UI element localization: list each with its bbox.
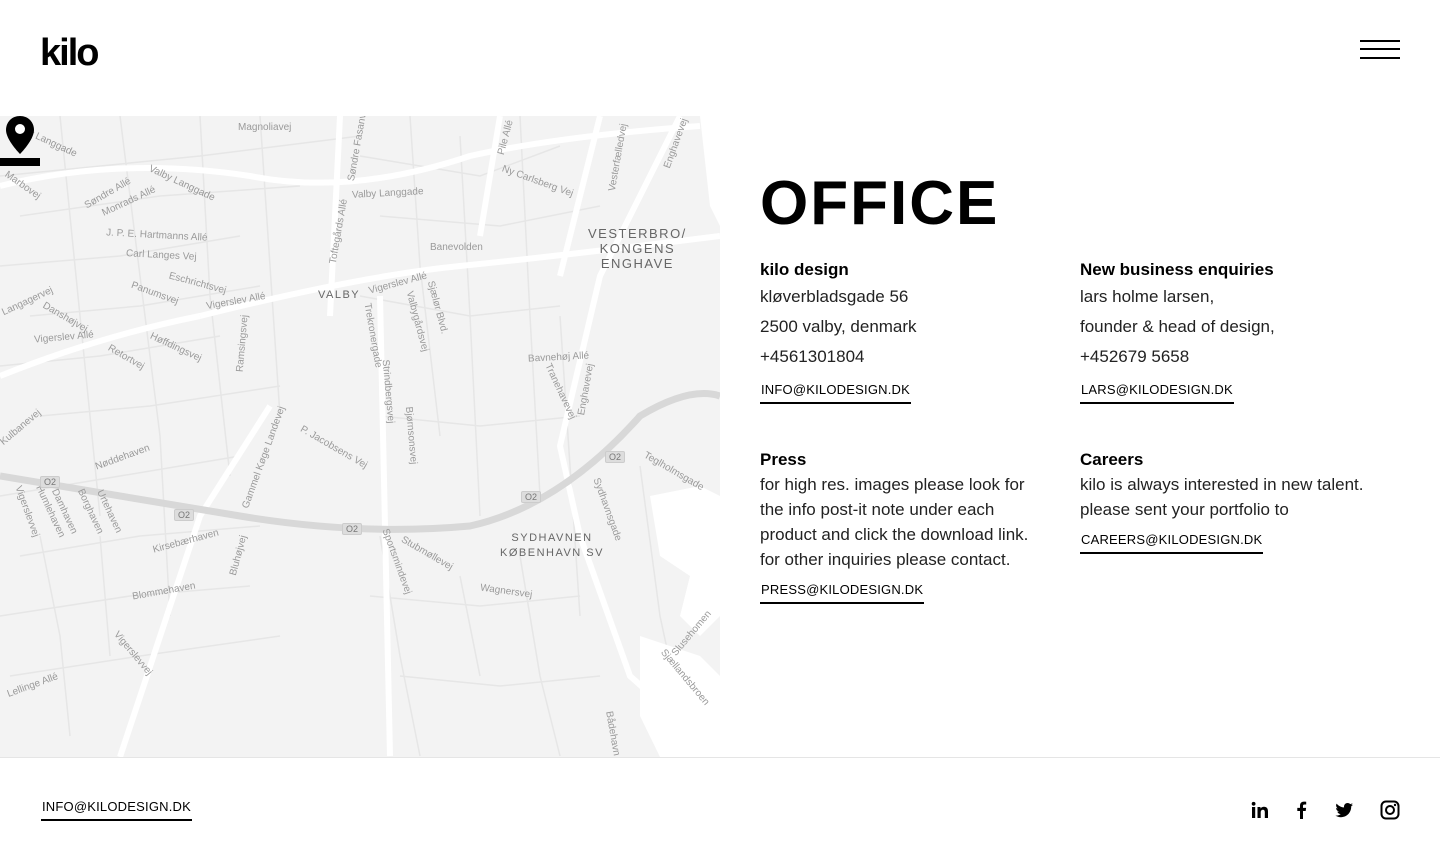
instagram-glyph: [1380, 800, 1400, 820]
press-heading: Press: [760, 450, 807, 469]
kilo-logo[interactable]: kilo: [40, 34, 99, 72]
footer-email-link[interactable]: INFO@KILODESIGN.DK: [41, 799, 192, 821]
business-contact-role: founder & head of design,: [1080, 317, 1275, 336]
press-text-line: for high res. images please look for: [760, 475, 1025, 494]
road-shield: O2: [40, 476, 61, 488]
careers-text-line: please sent your portfolio to: [1080, 500, 1289, 519]
press-text-line: for other inquiries please contact.: [760, 550, 1011, 569]
company-city-line: 2500 valby, denmark: [760, 317, 917, 336]
page-title: OFFICE: [760, 169, 1000, 238]
map-street-label: Banevolden: [430, 242, 483, 253]
business-heading: New business enquiries: [1080, 260, 1274, 279]
road-shield: O2: [605, 451, 626, 463]
office-contact-section: OFFICE kilo design kløverbladsgade 56 25…: [760, 116, 1400, 756]
company-address-line: kløverbladsgade 56: [760, 287, 909, 306]
press-text-line: the info post-it note under each: [760, 500, 995, 519]
map-district-sydhavnen: SYDHAVNEN KØBENHAVN SV: [500, 532, 604, 559]
road-shield: O2: [174, 509, 195, 521]
map-district-vesterbro: VESTERBRO/KONGENS ENGHAVE: [588, 226, 687, 271]
business-contact-name: lars holme larsen,: [1080, 287, 1215, 306]
menu-line: [1360, 40, 1400, 42]
footer-email-wrapper: INFO@KILODESIGN.DK: [41, 798, 192, 821]
instagram-icon[interactable]: [1380, 800, 1400, 820]
facebook-icon[interactable]: [1292, 800, 1312, 820]
twitter-glyph: [1335, 803, 1353, 818]
careers-email-link[interactable]: CAREERS@KILODESIGN.DK: [1080, 532, 1264, 554]
menu-line: [1360, 57, 1400, 59]
road-shield: O2: [342, 523, 363, 535]
careers-text-line: kilo is always interested in new talent.: [1080, 475, 1364, 494]
site-footer: INFO@KILODESIGN.DK: [0, 757, 1440, 862]
map-marker-icon[interactable]: [0, 116, 40, 166]
business-contact-block: New business enquiries lars holme larsen…: [1080, 258, 1390, 404]
road-shield: O2: [521, 491, 542, 503]
linkedin-glyph: [1251, 801, 1268, 818]
company-contact-block: kilo design kløverbladsgade 56 2500 valb…: [760, 258, 1070, 404]
lars-email-link[interactable]: LARS@KILODESIGN.DK: [1080, 382, 1234, 404]
map-district-valby: VALBY: [318, 289, 361, 301]
careers-heading: Careers: [1080, 450, 1144, 469]
press-text-line: product and click the download link.: [760, 525, 1029, 544]
facebook-glyph: [1297, 801, 1307, 819]
map-street-label: Magnoliavej: [238, 122, 292, 133]
company-heading: kilo design: [760, 260, 849, 279]
menu-line: [1360, 48, 1400, 50]
info-email-link[interactable]: INFO@KILODESIGN.DK: [760, 382, 911, 404]
business-phone: +452679 5658: [1080, 347, 1190, 366]
hamburger-menu-icon[interactable]: [1360, 40, 1400, 60]
press-email-link[interactable]: PRESS@KILODESIGN.DK: [760, 582, 925, 604]
twitter-icon[interactable]: [1334, 800, 1354, 820]
careers-contact-block: Careers kilo is always interested in new…: [1080, 448, 1390, 554]
linkedin-icon[interactable]: [1250, 800, 1270, 820]
site-header: kilo: [0, 0, 1440, 116]
office-map[interactable]: VESTERBRO/KONGENS ENGHAVE VALBY SYDHAVNEN…: [0, 116, 720, 757]
press-contact-block: Press for high res. images please look f…: [760, 448, 1070, 604]
company-phone: +4561301804: [760, 347, 865, 366]
